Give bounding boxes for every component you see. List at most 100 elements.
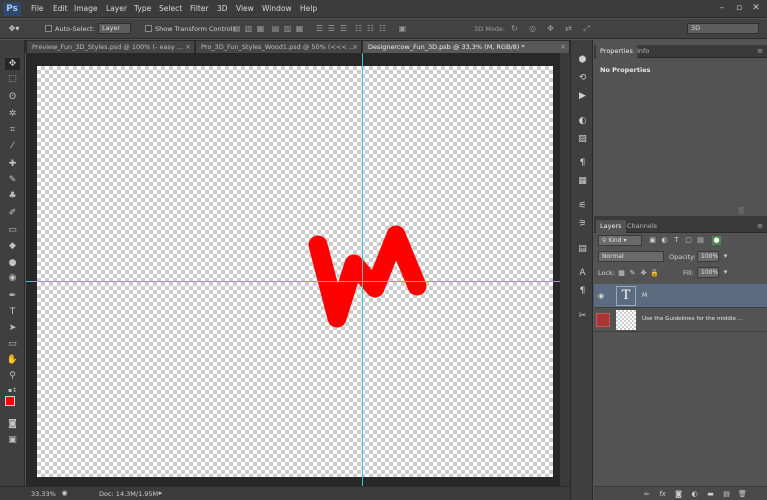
opacity-input[interactable]: 100% — [697, 251, 719, 262]
filter-pixel-icon[interactable]: ▣ — [648, 236, 657, 245]
hand-tool-icon[interactable]: ✋ — [5, 354, 20, 366]
tab-preview-fun-3d-styles[interactable]: Preview_Fun_3D_Styles.psd @ 100% (- easy… — [27, 41, 195, 53]
actions-icon[interactable]: ▶ — [576, 90, 589, 103]
fill-chevron-icon[interactable]: ▾ — [721, 268, 730, 277]
filter-shape-icon[interactable]: ▢ — [684, 236, 693, 245]
show-transform-checkbox[interactable] — [145, 25, 152, 32]
type-tool-icon[interactable]: T — [5, 306, 20, 318]
align-bottom-icon[interactable]: ▦ — [256, 24, 265, 33]
filter-smart-object-icon[interactable]: ▤ — [696, 236, 705, 245]
distribute-hcenter-icon[interactable]: ☷ — [366, 24, 375, 33]
styles-icon[interactable]: ▨ — [576, 133, 589, 146]
fill-input[interactable]: 100% — [697, 267, 719, 278]
vertical-guide[interactable] — [362, 53, 363, 486]
crop-tool-icon[interactable]: ⌗ — [5, 124, 20, 136]
document-canvas[interactable] — [37, 66, 553, 477]
menu-help[interactable]: Help — [300, 4, 317, 13]
paragraph-icon[interactable]: ¶ — [576, 157, 589, 170]
properties-trash-icon[interactable]: 🗑 — [737, 207, 746, 216]
fx-icon[interactable]: fx — [658, 490, 667, 499]
menu-view[interactable]: View — [236, 4, 254, 13]
close-tab-icon[interactable]: × — [560, 41, 566, 53]
character-icon[interactable]: A — [576, 267, 589, 280]
workspace-dropdown[interactable]: 3D — [687, 23, 759, 34]
menu-edit[interactable]: Edit — [53, 4, 68, 13]
3d-rotate-icon[interactable]: ↻ — [510, 24, 519, 33]
distribute-left-icon[interactable]: ☷ — [354, 24, 363, 33]
close-tab-icon[interactable]: × — [185, 41, 191, 53]
rectangle-tool-icon[interactable]: ▭ — [5, 338, 20, 350]
layer-filter-kind-dropdown[interactable]: ⚲ Kind ▾ — [598, 235, 642, 246]
3d-roll-icon[interactable]: ◎ — [528, 24, 537, 33]
filter-type-icon[interactable]: T — [672, 236, 681, 245]
distribute-right-icon[interactable]: ☷ — [378, 24, 387, 33]
3d-slide-icon[interactable]: ⇄ — [564, 24, 573, 33]
tab-designercow-fun-3d[interactable]: Designercow_Fun_3D.psb @ 33,3% (M, RGB/8… — [363, 41, 570, 53]
layer-color-tag-icon[interactable] — [596, 313, 610, 327]
adjustments-icon[interactable]: ◐ — [576, 115, 589, 128]
align-right-icon[interactable]: ▦ — [295, 24, 304, 33]
blend-mode-dropdown[interactable]: Normal — [598, 251, 664, 262]
trash-icon[interactable]: 🗑 — [738, 490, 747, 499]
panel-menu-icon[interactable]: ≡ — [757, 222, 763, 230]
link-icon[interactable]: ∞ — [642, 490, 651, 499]
auto-align-icon[interactable]: ▣ — [398, 24, 407, 33]
lock-position-icon[interactable]: ✥ — [639, 269, 648, 278]
screen-mode-icon[interactable]: ▣ — [5, 434, 20, 446]
filter-adjustment-icon[interactable]: ◐ — [660, 236, 669, 245]
layer-row-guidelines[interactable]: Use the Guidelines for the middle ... — [594, 308, 767, 332]
brush-panel-icon[interactable]: ⚞ — [576, 218, 589, 231]
lock-all-icon[interactable]: 🔒 — [650, 269, 659, 278]
tab-info[interactable]: Info — [633, 45, 653, 58]
move-tool-preset-icon[interactable]: ✥▾ — [5, 24, 23, 33]
menu-layer[interactable]: Layer — [106, 4, 127, 13]
tab-properties[interactable]: Properties — [596, 45, 637, 58]
align-vcenter-icon[interactable]: ▥ — [244, 24, 253, 33]
quick-mask-icon[interactable]: ◙ — [5, 418, 20, 430]
zoom-tool-icon[interactable]: ⚲ — [5, 370, 20, 382]
tab-layers[interactable]: Layers — [596, 220, 626, 233]
status-menu-icon[interactable]: ▸ — [156, 489, 165, 498]
tab-pro-3d-fun-styles-wood[interactable]: Pro_3D_Fun_Styles_Wood1.psd @ 50% (<<< .… — [196, 41, 362, 53]
panel-menu-icon[interactable]: ≡ — [757, 47, 763, 55]
eyedropper-tool-icon[interactable]: ⁄ — [5, 140, 20, 152]
tool-presets-icon[interactable]: ✂ — [576, 310, 589, 323]
3d-icon[interactable]: ⬢ — [576, 54, 589, 67]
adjustment-icon[interactable]: ◐ — [690, 490, 699, 499]
menu-type[interactable]: Type — [134, 4, 151, 13]
menu-image[interactable]: Image — [74, 4, 98, 13]
brush-presets-icon[interactable]: ⚟ — [576, 200, 589, 213]
auto-select-target-dropdown[interactable]: Layer — [98, 23, 131, 34]
visibility-eye-icon[interactable]: ◉ — [598, 292, 604, 300]
align-top-icon[interactable]: ▤ — [232, 24, 241, 33]
menu-filter[interactable]: Filter — [190, 4, 209, 13]
menu-file[interactable]: File — [31, 4, 44, 13]
tab-channels[interactable]: Channels — [623, 220, 661, 233]
new-layer-icon[interactable]: ▤ — [722, 490, 731, 499]
dodge-tool-icon[interactable]: ◉ — [5, 272, 20, 284]
opacity-chevron-icon[interactable]: ▾ — [721, 252, 730, 261]
distribute-top-icon[interactable]: ☰ — [315, 24, 324, 33]
menu-select[interactable]: Select — [159, 4, 182, 13]
close-tab-icon[interactable]: × — [352, 41, 358, 53]
align-left-icon[interactable]: ▤ — [271, 24, 280, 33]
swatches-icon[interactable]: ▦ — [576, 175, 589, 188]
paint-bucket-tool-icon[interactable]: ◆ — [5, 240, 20, 252]
paragraph-style-icon[interactable]: ¶ — [576, 285, 589, 298]
close-icon[interactable]: ✕ — [749, 2, 763, 14]
align-hcenter-icon[interactable]: ▥ — [283, 24, 292, 33]
filter-toggle-icon[interactable]: ● — [712, 236, 721, 245]
path-selection-tool-icon[interactable]: ➤ — [5, 322, 20, 334]
layer-row-m[interactable]: ◉ T M — [594, 284, 767, 308]
auto-select-checkbox[interactable] — [45, 25, 52, 32]
move-tool-icon[interactable]: ✥ — [5, 58, 20, 70]
folder-icon[interactable]: ▬ — [706, 490, 715, 499]
history-icon[interactable]: ⟲ — [576, 72, 589, 85]
maximize-icon[interactable]: ▫ — [732, 2, 746, 14]
menu-3d[interactable]: 3D — [217, 4, 228, 13]
lasso-tool-icon[interactable]: ʘ — [5, 91, 20, 103]
pen-tool-icon[interactable]: ✒ — [5, 290, 20, 302]
3d-scale-icon[interactable]: ⤢ — [582, 24, 591, 33]
marquee-tool-icon[interactable]: ⬚ — [5, 73, 20, 85]
clone-source-icon[interactable]: ▤ — [576, 243, 589, 256]
